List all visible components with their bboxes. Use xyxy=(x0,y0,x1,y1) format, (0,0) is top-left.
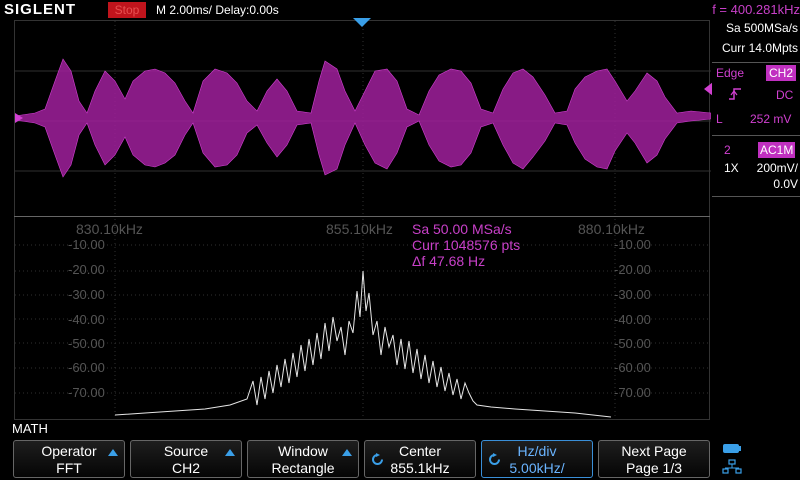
fft-freq-label-center: 855.10kHz xyxy=(326,221,393,237)
channel-coupling: AC1M xyxy=(758,142,796,158)
db-label-right: -40.00 xyxy=(614,312,651,327)
knob-icon xyxy=(489,453,500,465)
trigger-position-marker[interactable] xyxy=(353,18,371,28)
operator-button[interactable]: Operator FFT xyxy=(13,440,125,478)
fft-freq-label-right: 880.10kHz xyxy=(578,221,645,237)
trigger-coupling: DC xyxy=(776,88,794,102)
fft-divider xyxy=(14,216,710,217)
trigger-level-label: L xyxy=(716,112,723,126)
chevron-up-icon xyxy=(225,449,235,456)
chevron-up-icon xyxy=(108,449,118,456)
fft-freq-label-left: 830.10kHz xyxy=(76,221,143,237)
knob-icon xyxy=(372,453,383,465)
channel-probe: 1X xyxy=(724,161,739,175)
usb-icon xyxy=(723,444,741,453)
memory-depth: Curr 14.0Mpts xyxy=(721,41,798,55)
db-label-right: -20.00 xyxy=(614,262,651,277)
db-label: -40.00 xyxy=(68,312,105,327)
next-page-label: Next Page xyxy=(621,443,687,459)
db-label: -50.00 xyxy=(68,336,105,351)
source-value: CH2 xyxy=(171,460,200,476)
trigger-rising-edge-icon xyxy=(729,88,741,100)
trigger-source: CH2 xyxy=(766,65,797,81)
db-label: -30.00 xyxy=(68,287,105,302)
db-label-right: -30.00 xyxy=(614,287,651,302)
trigger-level: 252 mV xyxy=(750,112,792,126)
fft-resolution: Δf 47.68 Hz xyxy=(412,253,486,269)
db-label-right: -50.00 xyxy=(614,336,651,351)
db-label-right: -10.00 xyxy=(614,237,651,252)
next-page-button[interactable]: Next Page Page 1/3 xyxy=(598,440,710,478)
source-button[interactable]: Source CH2 xyxy=(130,440,242,478)
page-indicator: Page 1/3 xyxy=(625,460,683,476)
sample-rate: Sa 500MSa/s xyxy=(725,21,798,35)
timebase-readout: M 2.00ms/ Delay:0.00s xyxy=(156,3,279,17)
math-label: MATH xyxy=(12,421,48,436)
run-state-badge[interactable]: Stop xyxy=(108,2,146,18)
db-label: -20.00 xyxy=(68,262,105,277)
chevron-up-icon xyxy=(342,449,352,456)
db-label-right: -70.00 xyxy=(614,385,651,400)
fft-points: Curr 1048576 pts xyxy=(412,237,521,253)
center-button[interactable]: Center 855.1kHz xyxy=(364,440,476,478)
fft-sample-rate: Sa 50.00 MSa/s xyxy=(412,221,512,237)
trigger-type: Edge xyxy=(716,66,745,80)
channel-offset: 0.0V xyxy=(773,177,798,191)
frequency-counter: f = 400.281kHz xyxy=(712,2,800,17)
channel-number: 2 xyxy=(724,143,731,157)
channel-scale: 200mV/ xyxy=(756,161,798,175)
window-value: Rectangle xyxy=(271,460,335,476)
db-label: -10.00 xyxy=(68,237,105,252)
brand-logo: SIGLENT xyxy=(4,1,77,18)
channel-panel[interactable]: 2 AC1M 1X 200mV/ 0.0V xyxy=(712,140,800,197)
db-label: -70.00 xyxy=(68,385,105,400)
ch2-waveform xyxy=(15,58,711,178)
network-icon xyxy=(722,459,742,474)
operator-value: FFT xyxy=(56,460,82,476)
db-label-right: -60.00 xyxy=(614,360,651,375)
hz-div-button[interactable]: Hz/div 5.00kHz/ xyxy=(481,440,593,478)
window-button[interactable]: Window Rectangle xyxy=(247,440,359,478)
waveform-display xyxy=(14,20,711,420)
trigger-panel[interactable]: Edge CH2 DC L 252 mV xyxy=(712,62,800,136)
db-label: -60.00 xyxy=(68,360,105,375)
